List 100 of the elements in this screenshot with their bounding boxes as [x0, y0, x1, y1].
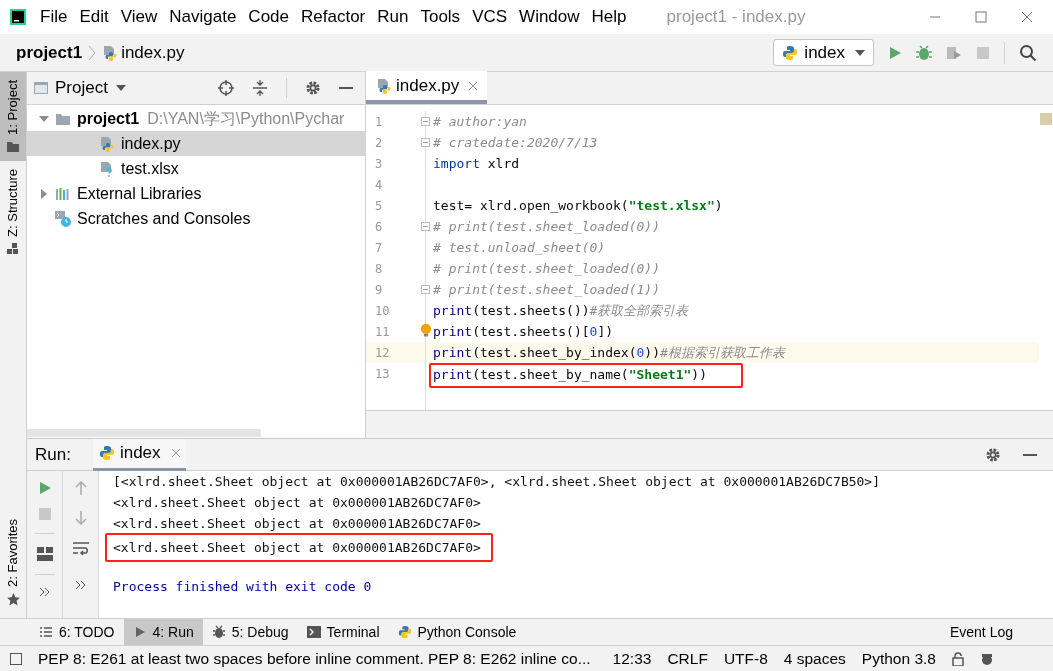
tree-item-label: index.py	[121, 133, 181, 154]
horizontal-scrollbar[interactable]	[27, 429, 261, 437]
close-icon[interactable]	[469, 81, 478, 90]
code-token: )	[714, 196, 723, 215]
tool-window-tab[interactable]: Python Console	[388, 618, 526, 646]
tool-window-tab[interactable]: 4: Run	[123, 618, 203, 646]
menu-item[interactable]: Tools	[420, 4, 461, 30]
editor-tab[interactable]: index.py	[366, 71, 488, 104]
coverage-icon[interactable]	[946, 44, 962, 61]
menu-item[interactable]: Help	[591, 4, 627, 30]
process-exit-message: Process finished with exit code 0	[113, 577, 372, 596]
tree-item[interactable]: External Libraries	[27, 181, 365, 206]
line-number: 11	[375, 323, 390, 341]
menu-item[interactable]: Code	[248, 4, 289, 30]
tree-item[interactable]: index.py	[27, 131, 365, 156]
breadcrumb[interactable]: index.py	[121, 39, 185, 66]
panel-title[interactable]: Project	[55, 75, 108, 101]
code-token: ))	[644, 343, 660, 362]
lock-icon[interactable]	[951, 651, 964, 666]
rerun-icon[interactable]	[37, 481, 52, 495]
run-tab[interactable]: index	[92, 438, 186, 471]
menu-item[interactable]: Run	[377, 4, 409, 30]
maximize-icon[interactable]	[975, 11, 987, 23]
line-number: 3	[375, 155, 383, 173]
stop-icon[interactable]	[38, 508, 51, 520]
more-icon[interactable]	[75, 581, 86, 589]
line-number: 1	[375, 113, 383, 131]
status-message: PEP 8: E261 at least two spaces before inline comment. PEP 8: E262 inline co...	[38, 648, 591, 669]
tool-windows-toggle-icon[interactable]	[10, 652, 22, 665]
breadcrumb[interactable]: project1	[16, 39, 83, 66]
scratches-icon	[55, 210, 71, 227]
inspector-icon[interactable]	[979, 651, 994, 666]
code-token: # print(test.sheet_loaded(0))	[433, 259, 660, 278]
status-item[interactable]: CRLF	[667, 646, 708, 671]
status-item[interactable]: Python 3.8	[861, 646, 936, 671]
locate-icon[interactable]	[218, 80, 234, 96]
up-arrow-icon[interactable]	[74, 481, 87, 495]
run-config-dropdown[interactable]: index	[773, 39, 874, 66]
tool-window-tab[interactable]: Terminal	[297, 618, 389, 646]
tool-window-stripe-button[interactable]: Z: Structure	[0, 160, 26, 263]
layout-icon[interactable]	[36, 547, 53, 561]
tree-item[interactable]: Scratches and Consoles	[27, 206, 365, 231]
expanded-arrow-icon[interactable]	[39, 113, 49, 124]
fold-marker-icon[interactable]	[421, 117, 430, 126]
code-token: print	[433, 322, 473, 341]
more-icon[interactable]	[39, 588, 50, 596]
tool-window-tab[interactable]: 6: TODO	[30, 618, 124, 646]
tool-window-stripe-button[interactable]: 1: Project	[0, 72, 26, 161]
bug-icon[interactable]	[916, 44, 932, 61]
status-item[interactable]: 4 spaces	[783, 646, 846, 671]
code-token: ))	[691, 366, 707, 385]
event-log-button[interactable]: Event Log	[949, 621, 1013, 643]
stop-icon[interactable]	[976, 45, 990, 60]
line-number: 6	[375, 218, 383, 236]
python-icon	[782, 44, 799, 61]
caret-icon[interactable]	[115, 85, 126, 91]
star-icon	[6, 593, 20, 606]
status-item[interactable]: UTF-8	[723, 646, 768, 671]
code-token: "Sheet1"	[628, 366, 692, 385]
tree-item-label: External Libraries	[77, 183, 202, 204]
libraries-icon	[55, 185, 71, 202]
console-output-line: <xlrd.sheet.Sheet object at 0x000001AB26DC7AF0>	[113, 493, 481, 512]
menu-item[interactable]: View	[120, 4, 158, 30]
fold-marker-icon[interactable]	[421, 138, 430, 147]
fold-marker-icon[interactable]	[421, 285, 430, 294]
close-icon[interactable]	[171, 449, 180, 457]
terminal-icon	[306, 625, 321, 639]
console-output-line: <xlrd.sheet.Sheet object at 0x000001AB26DC7AF0>	[113, 514, 481, 533]
hide-icon[interactable]	[1023, 453, 1037, 456]
line-number: 8	[375, 260, 383, 278]
python-file-icon	[99, 135, 115, 152]
tree-item[interactable]: project1 D:\YAN\学习\Python\Pychar	[27, 106, 365, 131]
python-icon	[98, 445, 115, 461]
tool-window-tab[interactable]: 5: Debug	[202, 618, 298, 646]
settings-icon[interactable]	[985, 446, 1001, 463]
soft-wrap-icon[interactable]	[72, 541, 89, 555]
tool-window-stripe-button[interactable]: 2: Favorites	[0, 511, 26, 614]
code-token: "test.xlsx"	[628, 196, 715, 215]
menu-item[interactable]: Edit	[79, 4, 109, 30]
window-title: project1 - index.py	[666, 6, 806, 29]
search-icon[interactable]	[1019, 43, 1037, 62]
settings-icon[interactable]	[305, 80, 321, 96]
run-icon[interactable]	[888, 45, 902, 60]
tree-item[interactable]: test.xlsx	[27, 156, 365, 181]
status-item[interactable]: 12:33	[612, 646, 652, 671]
collapse-all-icon[interactable]	[252, 80, 268, 96]
down-arrow-icon[interactable]	[74, 511, 87, 525]
lightbulb-icon[interactable]	[420, 323, 432, 338]
menu-item[interactable]: Navigate	[169, 4, 237, 30]
collapsed-arrow-icon[interactable]	[39, 188, 49, 199]
code-token: # print(test.sheet_loaded(1))	[433, 280, 660, 299]
line-number: 12	[375, 344, 390, 362]
code-token: # cratedate:2020/7/13	[433, 133, 598, 152]
menu-item[interactable]: VCS	[472, 4, 508, 30]
folder-path: D:\YAN\学习\Python\Pychar	[147, 108, 345, 129]
menu-item[interactable]: Refactor	[301, 4, 366, 30]
menu-item[interactable]: File	[40, 4, 68, 30]
close-icon[interactable]	[1021, 11, 1033, 23]
fold-marker-icon[interactable]	[421, 222, 430, 231]
menu-item[interactable]: Window	[519, 4, 580, 30]
